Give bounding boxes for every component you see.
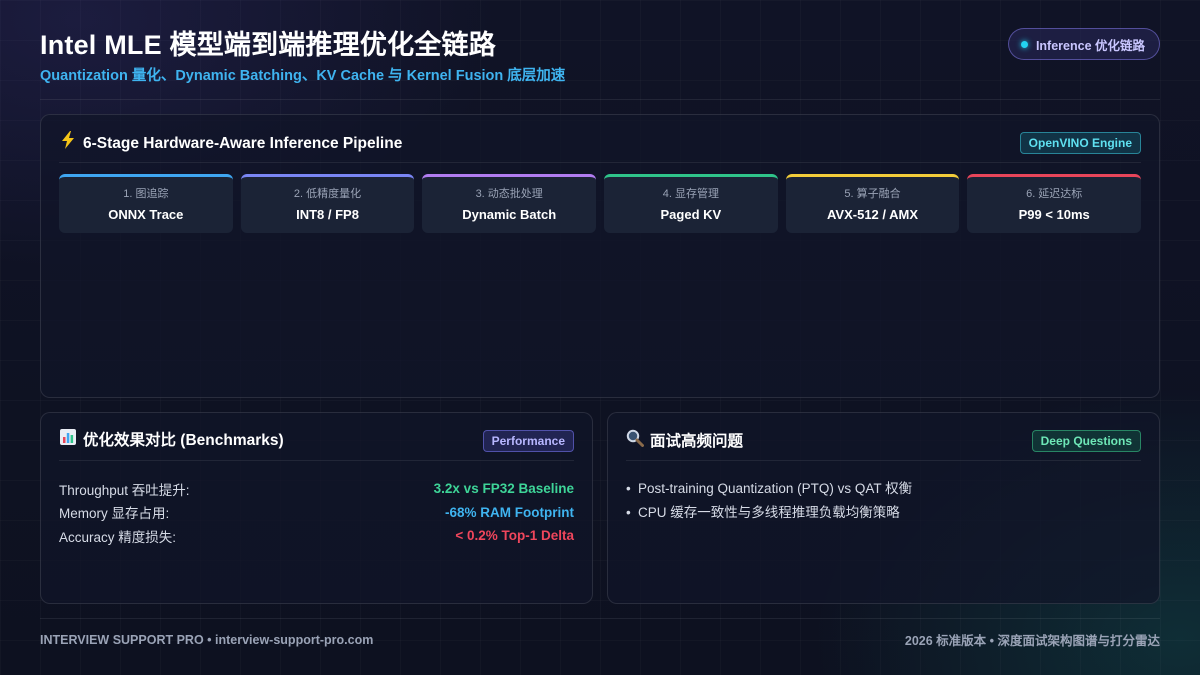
- questions-card: 面试高频问题 Deep Questions • Post-training Qua…: [607, 412, 1160, 604]
- stage-step-label: 3. 动态批处理: [475, 188, 543, 200]
- footer-version: 2026 标准版本 • 深度面试架构图谱与打分雷达: [904, 634, 1160, 648]
- stage-step-label: 4. 显存管理: [662, 188, 719, 200]
- metric-row: Memory 显存占用: -68% RAM Footprint: [59, 501, 574, 525]
- status-dot-icon: [1020, 40, 1028, 48]
- stage-tech-label: INT8 / FP8: [296, 207, 359, 222]
- benchmark-metrics: Throughput 吞吐提升: 3.2x vs FP32 Baseline Mem…: [59, 477, 574, 548]
- questions-title-text: 面试高频问题: [650, 432, 744, 450]
- lightning-icon: [59, 131, 77, 156]
- stage-step-label: 1. 图追踪: [123, 188, 169, 200]
- benchmarks-title: 优化效果对比 (Benchmarks): [59, 429, 284, 452]
- question-list: • Post-training Quantization (PTQ) vs QAT…: [626, 477, 1141, 524]
- benchmarks-card-header: 优化效果对比 (Benchmarks) Performance: [59, 429, 574, 461]
- metric-value: -68% RAM Footprint: [445, 504, 574, 520]
- footer: INTERVIEW SUPPORT PRO • interview-suppor…: [40, 618, 1160, 660]
- stage-tech-label: AVX-512 / AMX: [827, 207, 919, 222]
- stage-tech-label: P99 < 10ms: [1018, 207, 1090, 222]
- pipeline-card-header: 6-Stage Hardware-Aware Inference Pipelin…: [59, 131, 1141, 163]
- pipeline-stage[interactable]: 5. 算子融合 AVX-512 / AMX: [785, 174, 960, 233]
- page-title: Intel MLE 模型端到端推理优化全链路: [40, 30, 496, 60]
- stage-tech-label: Dynamic Batch: [462, 207, 557, 222]
- pipeline-stage[interactable]: 6. 延迟达标 P99 < 10ms: [967, 174, 1142, 233]
- magnifier-icon: [626, 429, 644, 454]
- question-text: CPU 缓存一致性与多线程推理负载均衡策略: [638, 504, 900, 520]
- page-subtitle: Quantization 量化、Dynamic Batching、KV Cach…: [40, 68, 566, 84]
- stage-tech-label: ONNX Trace: [108, 207, 184, 222]
- bullet-icon: •: [626, 481, 631, 496]
- header: Intel MLE 模型端到端推理优化全链路 Quantization 量化、D…: [40, 28, 1160, 100]
- pipeline-title: 6-Stage Hardware-Aware Inference Pipelin…: [59, 131, 402, 156]
- bullet-icon: •: [626, 504, 631, 520]
- question-item: • CPU 缓存一致性与多线程推理负载均衡策略: [626, 501, 1141, 525]
- bar-chart-icon: [59, 429, 77, 452]
- deep-questions-tag: Deep Questions: [1031, 430, 1141, 452]
- openvino-engine-tag: OpenVINO Engine: [1019, 132, 1141, 154]
- metric-label: Accuracy 精度损失:: [59, 529, 177, 545]
- stage-tech-label: Paged KV: [660, 207, 722, 222]
- questions-card-header: 面试高频问题 Deep Questions: [626, 429, 1141, 461]
- stage-step-label: 5. 算子融合: [844, 188, 901, 200]
- benchmarks-title-text: 优化效果对比 (Benchmarks): [83, 431, 284, 449]
- inference-pill[interactable]: Inference 优化链路: [1007, 28, 1160, 60]
- pipeline-stage[interactable]: 1. 图追踪 ONNX Trace: [59, 174, 233, 233]
- metric-label: Throughput 吞吐提升:: [59, 482, 190, 498]
- question-item: • Post-training Quantization (PTQ) vs QAT…: [626, 477, 1141, 501]
- footer-brand: INTERVIEW SUPPORT PRO • interview-suppor…: [40, 632, 374, 647]
- metric-label: Memory 显存占用:: [59, 506, 170, 522]
- inference-pill-label: Inference 优化链路: [1035, 38, 1145, 53]
- metric-value: 3.2x vs FP32 Baseline: [433, 481, 574, 497]
- metric-row: Throughput 吞吐提升: 3.2x vs FP32 Baseline: [59, 477, 574, 501]
- metric-value: < 0.2% Top-1 Delta: [455, 528, 574, 544]
- question-text: Post-training Quantization (PTQ) vs QAT …: [638, 481, 913, 496]
- pipeline-stage[interactable]: 4. 显存管理 Paged KV: [604, 174, 778, 233]
- performance-tag: Performance: [482, 430, 574, 452]
- slide: Intel MLE 模型端到端推理优化全链路 Quantization 量化、D…: [0, 0, 1200, 675]
- metric-row: Accuracy 精度损失: < 0.2% Top-1 Delta: [59, 524, 574, 548]
- pipeline-title-text: 6-Stage Hardware-Aware Inference Pipelin…: [83, 134, 403, 152]
- stage-step-label: 2. 低精度量化: [293, 188, 362, 200]
- pipeline-stage[interactable]: 3. 动态批处理 Dynamic Batch: [422, 174, 597, 233]
- pipeline-stages: 1. 图追踪 ONNX Trace 2. 低精度量化 INT8 / FP8 3. 动态批…: [59, 174, 1142, 233]
- pipeline-card: 6-Stage Hardware-Aware Inference Pipelin…: [40, 114, 1160, 398]
- questions-title: 面试高频问题: [626, 429, 743, 454]
- stage-step-label: 6. 延迟达标: [1026, 188, 1083, 200]
- benchmarks-card: 优化效果对比 (Benchmarks) Performance Throughp…: [40, 412, 593, 604]
- pipeline-stage[interactable]: 2. 低精度量化 INT8 / FP8: [240, 174, 415, 233]
